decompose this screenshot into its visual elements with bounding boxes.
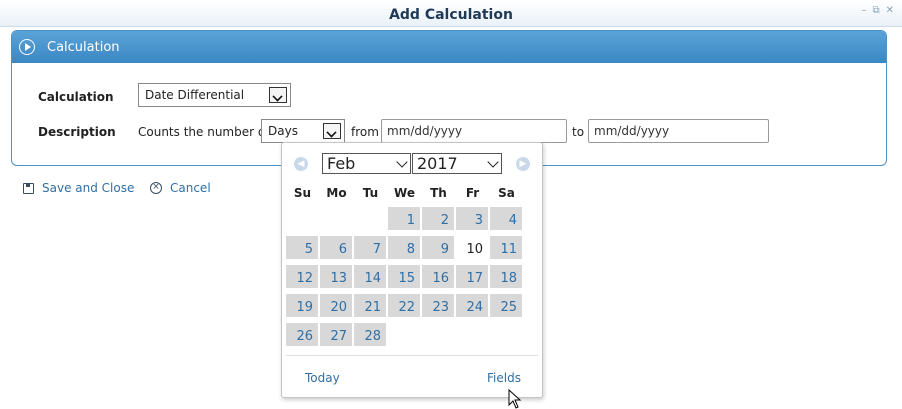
calendar-day[interactable]: 26 bbox=[286, 323, 318, 346]
unit-select-value: Days bbox=[268, 124, 298, 138]
calendar-day[interactable]: 2 bbox=[422, 207, 454, 230]
weekday-label: Su bbox=[293, 186, 312, 200]
calendar-day[interactable]: 17 bbox=[456, 265, 488, 288]
panel-header[interactable]: Calculation bbox=[12, 31, 886, 63]
calendar-day[interactable]: 21 bbox=[354, 294, 386, 317]
to-date-input[interactable]: mm/dd/yyyy bbox=[588, 119, 769, 143]
unit-select[interactable]: Days bbox=[261, 119, 345, 143]
calendar-day[interactable]: 6 bbox=[320, 236, 352, 259]
weekday-label: Tu bbox=[362, 186, 379, 200]
calendar-day[interactable]: 9 bbox=[422, 236, 454, 259]
calendar-day[interactable]: 20 bbox=[320, 294, 352, 317]
window-titlebar: Add Calculation – ⧉ ✕ bbox=[0, 0, 902, 27]
calendar-day[interactable]: 19 bbox=[286, 294, 318, 317]
calendar-day[interactable]: 3 bbox=[456, 207, 488, 230]
calendar-day[interactable]: 27 bbox=[320, 323, 352, 346]
expand-play-icon[interactable] bbox=[19, 39, 35, 55]
from-label: from bbox=[351, 125, 379, 139]
datepicker-popup: ◀ Feb 2017 ▶ Su Mo Tu We Th Fr Sa 1 2 3 4 5 6 7 8 9 10 1… bbox=[281, 142, 543, 398]
window-title: Add Calculation bbox=[389, 7, 513, 23]
chevron-down-icon bbox=[323, 123, 341, 139]
year-select[interactable]: 2017 bbox=[412, 153, 502, 174]
calendar-day[interactable]: 7 bbox=[354, 236, 386, 259]
calendar-day[interactable]: 11 bbox=[490, 236, 522, 259]
minimize-icon[interactable]: – bbox=[861, 6, 866, 16]
calendar-day[interactable]: 13 bbox=[320, 265, 352, 288]
month-select[interactable]: Feb bbox=[322, 153, 411, 174]
panel-title: Calculation bbox=[47, 40, 120, 55]
calendar-divider bbox=[286, 355, 538, 356]
to-label: to bbox=[572, 125, 585, 139]
description-prefix: Counts the number of bbox=[138, 125, 270, 139]
restore-icon[interactable]: ⧉ bbox=[872, 6, 879, 16]
chevron-down-icon bbox=[487, 156, 499, 168]
calendar-day[interactable]: 8 bbox=[388, 236, 420, 259]
weekday-label: We bbox=[394, 186, 415, 200]
calculation-label: Calculation bbox=[38, 90, 114, 104]
calculation-select-value: Date Differential bbox=[145, 88, 245, 102]
weekday-label: Fr bbox=[465, 186, 480, 200]
calendar-day[interactable]: 23 bbox=[422, 294, 454, 317]
prev-month-icon[interactable]: ◀ bbox=[294, 157, 308, 171]
calendar-day[interactable]: 14 bbox=[354, 265, 386, 288]
fields-link[interactable]: Fields bbox=[487, 371, 521, 385]
description-label: Description bbox=[38, 125, 116, 139]
year-value: 2017 bbox=[417, 154, 458, 173]
calendar-day[interactable]: 4 bbox=[490, 207, 522, 230]
weekday-label: Sa bbox=[498, 186, 515, 200]
save-icon bbox=[23, 182, 34, 194]
from-date-input[interactable]: mm/dd/yyyy bbox=[381, 119, 567, 143]
calendar-day[interactable]: 1 bbox=[388, 207, 420, 230]
next-month-icon[interactable]: ▶ bbox=[516, 157, 530, 171]
calendar-day[interactable]: 5 bbox=[286, 236, 318, 259]
chevron-down-icon bbox=[396, 156, 408, 168]
calendar-day[interactable]: 12 bbox=[286, 265, 318, 288]
calculation-select[interactable]: Date Differential bbox=[138, 83, 291, 107]
calendar-day[interactable]: 28 bbox=[354, 323, 386, 346]
window-controls: – ⧉ ✕ bbox=[861, 6, 894, 16]
chevron-down-icon bbox=[269, 87, 287, 103]
weekday-label: Th bbox=[430, 186, 447, 200]
save-and-close-button[interactable]: Save and Close bbox=[23, 181, 134, 195]
weekday-label: Mo bbox=[326, 186, 347, 200]
cancel-button[interactable]: × Cancel bbox=[150, 181, 211, 195]
cancel-icon: × bbox=[150, 182, 162, 194]
calendar-day[interactable]: 16 bbox=[422, 265, 454, 288]
month-value: Feb bbox=[327, 154, 356, 173]
calendar-day[interactable]: 22 bbox=[388, 294, 420, 317]
calendar-day[interactable]: 25 bbox=[490, 294, 522, 317]
save-and-close-label: Save and Close bbox=[42, 181, 135, 195]
today-link[interactable]: Today bbox=[305, 371, 340, 385]
close-icon[interactable]: ✕ bbox=[886, 6, 894, 16]
calendar-day[interactable]: 24 bbox=[456, 294, 488, 317]
calendar-day[interactable]: 18 bbox=[490, 265, 522, 288]
cancel-label: Cancel bbox=[170, 181, 211, 195]
calendar-day[interactable]: 15 bbox=[388, 265, 420, 288]
calendar-day-today[interactable]: 10 bbox=[456, 236, 488, 259]
